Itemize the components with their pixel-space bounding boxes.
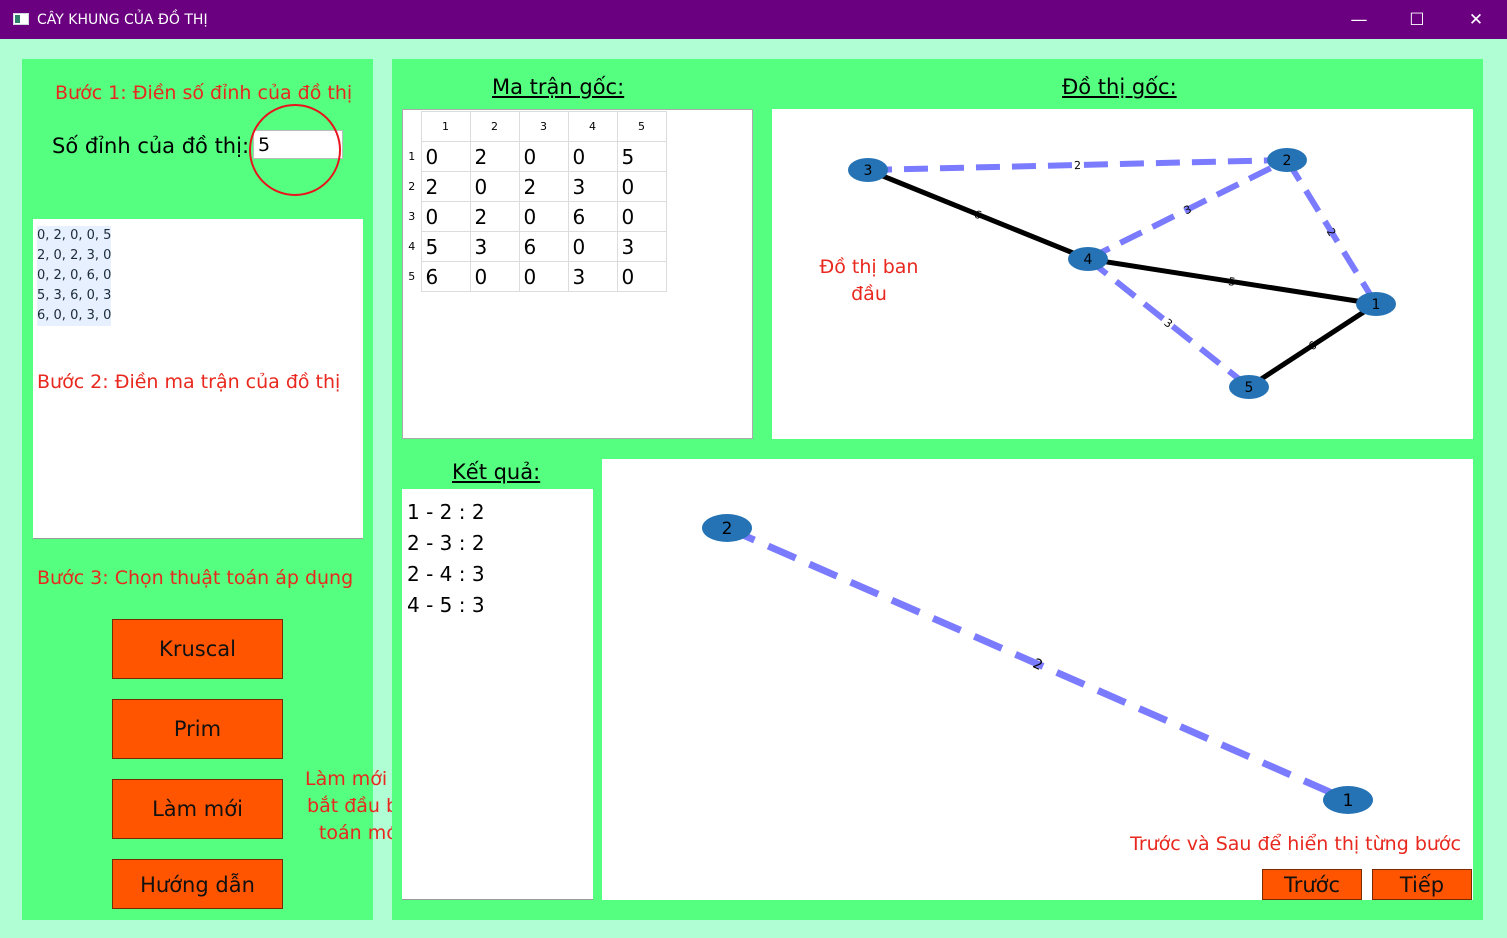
matrix-input-line: 5, 3, 6, 0, 3 <box>37 286 112 306</box>
matrix-cell[interactable]: 2 <box>469 141 520 172</box>
graph-node-label: 5 <box>1245 380 1254 396</box>
matrix-cell[interactable]: 0 <box>420 201 471 232</box>
title-bar: CÂY KHUNG CỦA ĐỒ THỊ — ☐ ✕ <box>0 0 1507 39</box>
next-button[interactable]: Tiếp <box>1372 869 1472 900</box>
graph-edge-weight: 5 <box>1227 275 1236 289</box>
matrix-input-area[interactable]: 0, 2, 0, 0, 5 2, 0, 2, 3, 0 0, 2, 0, 6, … <box>33 219 363 539</box>
row-header[interactable]: 3 <box>403 202 421 232</box>
matrix-cell[interactable]: 6 <box>567 201 618 232</box>
step-nav-note: Trước và Sau để hiển thị từng bước <box>1130 833 1461 855</box>
matrix-cell[interactable]: 0 <box>567 231 618 262</box>
matrix-cell[interactable]: 3 <box>616 231 667 262</box>
graph-node-label: 1 <box>1372 297 1381 313</box>
highlight-circle <box>249 104 341 196</box>
step3-label: Bước 3: Chọn thuật toán áp dụng <box>37 567 354 589</box>
matrix-cell[interactable]: 0 <box>616 261 667 292</box>
matrix-cell[interactable]: 6 <box>518 231 569 262</box>
table-row: 1 0 2 0 0 5 <box>403 141 667 172</box>
matrix-cell[interactable]: 5 <box>420 231 471 262</box>
column-header[interactable]: 2 <box>469 111 520 142</box>
result-item: 4 - 5 : 3 <box>407 593 485 617</box>
minimize-button[interactable]: — <box>1347 8 1371 32</box>
matrix-cell[interactable]: 0 <box>469 261 520 292</box>
matrix-cell[interactable]: 2 <box>420 171 471 202</box>
result-heading: Kết quả: <box>452 460 541 484</box>
matrix-cell[interactable]: 0 <box>518 201 569 232</box>
column-header[interactable]: 3 <box>518 111 569 142</box>
matrix-heading: Ma trận gốc: <box>492 75 625 99</box>
previous-button[interactable]: Trước <box>1262 869 1362 900</box>
matrix-cell[interactable]: 6 <box>420 261 471 292</box>
column-header[interactable]: 4 <box>567 111 618 142</box>
matrix-table-view[interactable]: 1 2 3 4 5 1 0 2 0 0 5 2 2 0 2 3 0 3 0 2 … <box>402 109 753 439</box>
original-graph-note: Đồ thị ban đầu <box>802 254 936 308</box>
result-item: 2 - 4 : 3 <box>407 562 485 586</box>
maximize-button[interactable]: ☐ <box>1405 8 1429 32</box>
table-row: 4 5 3 6 0 3 <box>403 231 667 262</box>
matrix-cell[interactable]: 0 <box>616 171 667 202</box>
result-lines: 1 - 2 : 2 2 - 3 : 2 2 - 4 : 3 4 - 5 : 3 <box>407 497 485 621</box>
step-graph-view: 2 2 1 Trước và Sau để hiển thị từng bước… <box>602 459 1473 900</box>
matrix-cell[interactable]: 2 <box>469 201 520 232</box>
graph-node-label: 4 <box>1084 252 1093 268</box>
original-graph-view: 2233656 12345 Đồ thị ban đầu <box>772 109 1473 439</box>
matrix-cell[interactable]: 3 <box>567 261 618 292</box>
column-header[interactable]: 5 <box>616 111 667 142</box>
graph-heading: Đồ thị gốc: <box>1062 75 1177 99</box>
matrix-cell[interactable]: 0 <box>616 201 667 232</box>
graph-note-line: đầu <box>851 283 887 305</box>
matrix-input-text: 0, 2, 0, 0, 5 2, 0, 2, 3, 0 0, 2, 0, 6, … <box>37 226 112 326</box>
graph-note-line: Đồ thị ban <box>819 256 919 278</box>
table-row: 5 6 0 0 3 0 <box>403 261 667 292</box>
matrix-cell[interactable]: 3 <box>469 231 520 262</box>
help-button[interactable]: Hướng dẫn <box>112 859 283 909</box>
app-icon <box>13 13 29 25</box>
graph-edge-weight: 2 <box>1074 159 1081 172</box>
window-title: CÂY KHUNG CỦA ĐỒ THỊ <box>37 12 208 28</box>
matrix-input-line: 6, 0, 0, 3, 0 <box>37 306 112 326</box>
result-item: 1 - 2 : 2 <box>407 500 485 524</box>
result-item: 2 - 3 : 2 <box>407 531 485 555</box>
step2-label: Bước 2: Điền ma trận của đồ thị <box>37 371 341 393</box>
table-corner <box>403 112 421 142</box>
step1-label: Bước 1: Điền số đỉnh của đồ thị <box>55 82 353 104</box>
table-row: 3 0 2 0 6 0 <box>403 201 667 232</box>
matrix-table: 1 2 3 4 5 1 0 2 0 0 5 2 2 0 2 3 0 3 0 2 … <box>403 111 667 292</box>
matrix-input-line: 0, 2, 0, 6, 0 <box>37 266 112 286</box>
row-header[interactable]: 5 <box>403 262 421 292</box>
matrix-input-line: 0, 2, 0, 0, 5 <box>37 226 112 246</box>
column-header[interactable]: 1 <box>420 111 471 142</box>
prim-button[interactable]: Prim <box>112 699 283 759</box>
graph-node-label: 3 <box>864 163 873 179</box>
matrix-cell[interactable]: 0 <box>567 141 618 172</box>
matrix-cell[interactable]: 0 <box>518 141 569 172</box>
matrix-cell[interactable]: 0 <box>518 261 569 292</box>
step-node-label: 1 <box>1343 791 1354 811</box>
table-row: 2 2 0 2 3 0 <box>403 171 667 202</box>
row-header[interactable]: 1 <box>403 142 421 172</box>
result-list[interactable]: 1 - 2 : 2 2 - 3 : 2 2 - 4 : 3 4 - 5 : 3 <box>402 489 593 900</box>
matrix-input-line: 2, 0, 2, 3, 0 <box>37 246 112 266</box>
vertex-count-label: Số đỉnh của đồ thị: <box>52 134 250 158</box>
reset-button[interactable]: Làm mới <box>112 779 283 839</box>
kruscal-button[interactable]: Kruscal <box>112 619 283 679</box>
close-button[interactable]: ✕ <box>1464 8 1488 32</box>
matrix-cell[interactable]: 2 <box>518 171 569 202</box>
matrix-cell[interactable]: 3 <box>567 171 618 202</box>
row-header[interactable]: 4 <box>403 232 421 262</box>
step-node-label: 2 <box>722 519 733 539</box>
matrix-cell[interactable]: 0 <box>420 141 471 172</box>
matrix-cell[interactable]: 5 <box>616 141 667 172</box>
matrix-cell[interactable]: 0 <box>469 171 520 202</box>
row-header[interactable]: 2 <box>403 172 421 202</box>
graph-node-label: 2 <box>1283 153 1292 169</box>
